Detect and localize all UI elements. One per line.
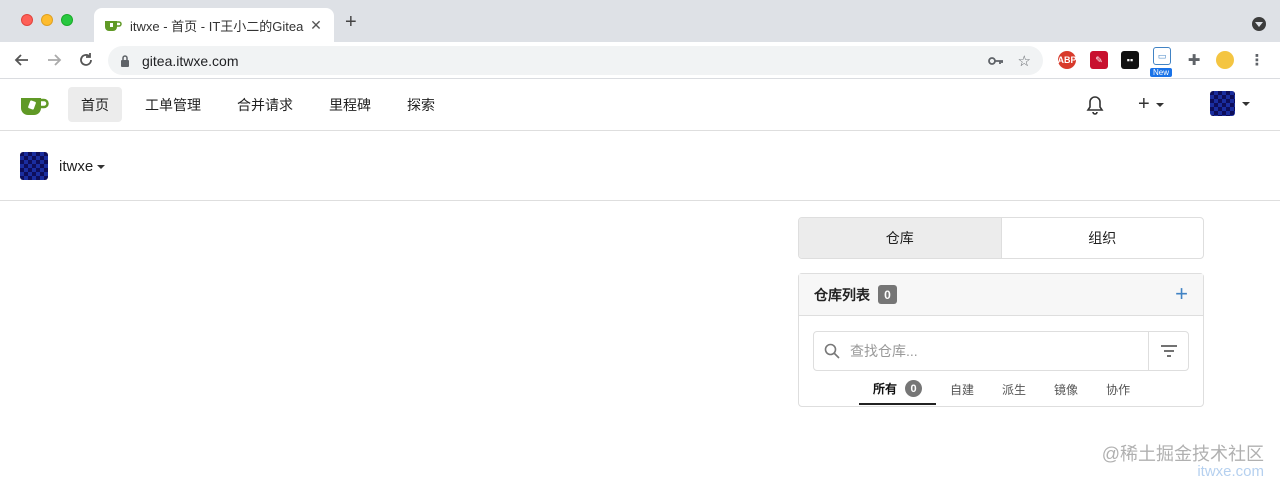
key-icon[interactable] — [987, 56, 1004, 66]
filter-forks[interactable]: 派生 — [988, 374, 1040, 405]
pen-extension-icon[interactable]: ✎ — [1090, 51, 1108, 69]
user-menu[interactable] — [1210, 91, 1250, 116]
watermark: @稀土掘金技术社区 itwxe.com — [1102, 445, 1264, 481]
filter-icon — [1160, 345, 1177, 357]
plus-icon: + — [1138, 93, 1150, 115]
url-text: gitea.itwxe.com — [142, 52, 239, 69]
watermark-line2: itwxe.com — [1197, 463, 1264, 480]
repo-org-toggle: 仓库 组织 — [798, 217, 1204, 259]
reload-icon[interactable] — [76, 50, 96, 70]
tab-search-icon[interactable] — [1252, 17, 1266, 31]
minimize-window-button[interactable] — [41, 14, 53, 26]
add-repo-button[interactable]: + — [1175, 283, 1188, 305]
new-tab-button[interactable]: + — [345, 12, 357, 32]
back-arrow-icon[interactable] — [12, 50, 32, 70]
repo-list-panel: 仓库列表 0 + 所有 0 自建 派生 镜像 协作 — [798, 273, 1204, 407]
filter-all-label: 所有 — [873, 382, 898, 396]
window-controls — [21, 14, 73, 26]
puzzle-extensions-icon[interactable]: ✚ — [1185, 51, 1203, 69]
repo-search-input[interactable] — [850, 332, 1148, 370]
tab-organizations[interactable]: 组织 — [1002, 218, 1204, 258]
filter-sources[interactable]: 自建 — [936, 374, 988, 405]
filter-button[interactable] — [1148, 332, 1188, 370]
context-switcher[interactable]: itwxe — [59, 158, 106, 175]
dashboard-context-bar: itwxe — [0, 131, 1280, 201]
nav-milestones[interactable]: 里程碑 — [316, 87, 384, 122]
filter-all-count: 0 — [905, 380, 923, 397]
filter-collaborative[interactable]: 协作 — [1092, 374, 1144, 405]
profile-avatar-icon[interactable] — [1216, 51, 1234, 69]
watermark-line1: @稀土掘金技术社区 — [1101, 444, 1264, 464]
tab-title: itwxe - 首页 - IT王小二的Gitea — [130, 18, 304, 34]
context-avatar — [20, 152, 48, 180]
gitea-favicon-icon — [105, 21, 122, 31]
address-bar[interactable]: gitea.itwxe.com ☆ — [108, 46, 1043, 75]
repo-search-box — [813, 331, 1189, 371]
tab-close-icon[interactable]: ✕ — [308, 17, 324, 34]
search-icon — [814, 343, 850, 359]
filter-mirrors[interactable]: 镜像 — [1040, 374, 1092, 405]
nav-home[interactable]: 首页 — [68, 87, 122, 122]
chevron-down-icon — [1242, 101, 1250, 106]
bell-icon[interactable] — [1086, 95, 1104, 115]
repo-list-header: 仓库列表 0 + — [799, 274, 1203, 316]
nav-pull-requests[interactable]: 合并请求 — [224, 87, 306, 122]
browser-toolbar: gitea.itwxe.com ☆ ABP ✎ ▪▪ ▭ New ✚ ⋮ — [0, 42, 1280, 79]
screen-extension-icon[interactable]: ▭ — [1153, 47, 1171, 65]
browser-tab-strip: itwxe - 首页 - IT王小二的Gitea ✕ + — [0, 0, 1280, 42]
adblock-extension-icon[interactable]: ABP — [1058, 51, 1077, 69]
repo-list-title: 仓库列表 — [814, 286, 870, 303]
chevron-down-icon — [1155, 102, 1164, 107]
nav-issues[interactable]: 工单管理 — [132, 87, 214, 122]
maximize-window-button[interactable] — [61, 14, 73, 26]
forward-arrow-icon[interactable] — [44, 50, 64, 70]
repo-count-badge: 0 — [878, 285, 897, 304]
create-menu[interactable]: + — [1138, 93, 1164, 116]
tab-repositories[interactable]: 仓库 — [799, 218, 1002, 258]
browser-tab[interactable]: itwxe - 首页 - IT王小二的Gitea ✕ — [94, 8, 334, 42]
repo-filter-tabs: 所有 0 自建 派生 镜像 协作 — [859, 374, 1144, 405]
filter-all[interactable]: 所有 0 — [859, 374, 937, 405]
new-badge: New — [1150, 68, 1173, 77]
nav-explore[interactable]: 探索 — [394, 87, 448, 122]
gitea-navbar: 首页 工单管理 合并请求 里程碑 探索 + — [0, 79, 1280, 131]
dual-tab-extension-icon[interactable]: ▪▪ — [1121, 51, 1139, 69]
user-avatar — [1210, 91, 1235, 116]
lock-icon — [121, 54, 129, 67]
close-window-button[interactable] — [21, 14, 33, 26]
chevron-down-icon — [97, 164, 106, 169]
gitea-logo-icon[interactable] — [20, 93, 50, 117]
context-username: itwxe — [59, 158, 94, 175]
more-vertical-icon[interactable]: ⋮ — [1248, 51, 1266, 69]
star-icon[interactable]: ☆ — [1018, 52, 1031, 70]
